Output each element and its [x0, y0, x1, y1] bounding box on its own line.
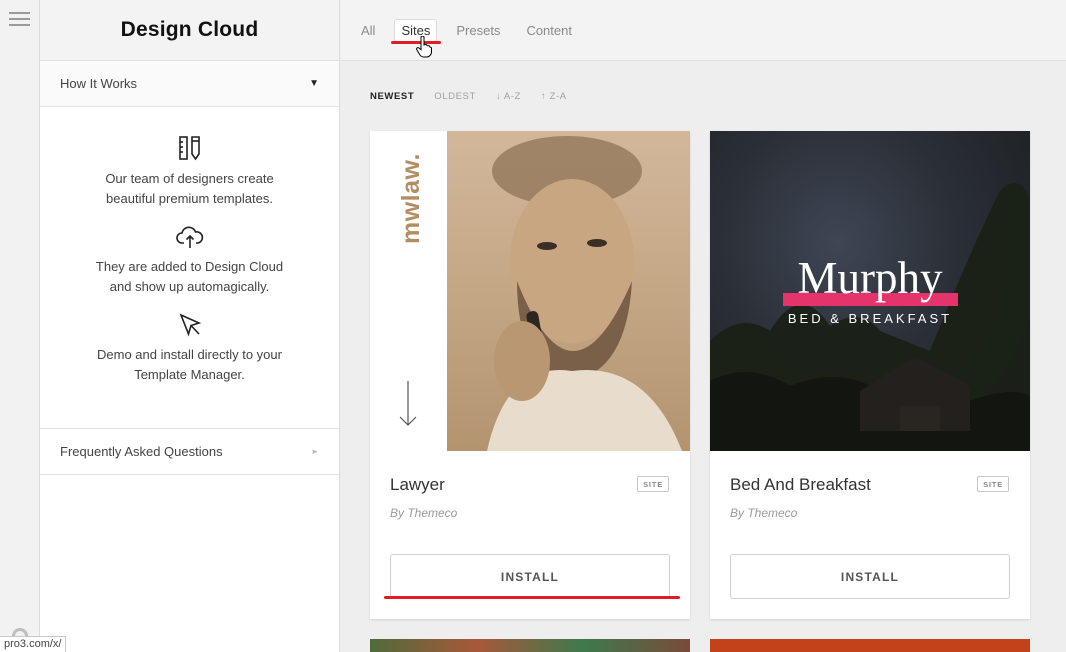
tab-content[interactable]: Content [526, 23, 572, 38]
sidebar: Design Cloud How It Works ▼ Our team of … [40, 0, 340, 652]
thumb-photo [447, 131, 690, 451]
site-badge: SITE [637, 476, 669, 492]
step-text: They are added to Design Cloud and show … [95, 259, 284, 294]
thumb-brand: mwlaw. [397, 153, 425, 244]
template-thumbnail[interactable]: Murphy BED & BREAKFAST [710, 131, 1030, 451]
template-card: mwlaw. Lawyer By Themeco SITE INSTALL [370, 131, 690, 619]
tab-all[interactable]: All [361, 23, 375, 38]
install-button[interactable]: INSTALL [390, 554, 670, 599]
sort-a-z[interactable]: ↓ A-Z [496, 91, 521, 102]
sidebar-header: Design Cloud [40, 0, 339, 61]
card-body: Lawyer By Themeco SITE [370, 451, 690, 520]
template-author: By Themeco [730, 506, 798, 520]
cursor-arrow-icon [179, 313, 201, 337]
thumb-title: Murphy [797, 253, 943, 303]
install-button[interactable]: INSTALL [730, 554, 1010, 599]
accordion-label: How It Works [60, 76, 138, 91]
sort-newest[interactable]: NEWEST [370, 91, 414, 102]
status-url: pro3.com/x/ [0, 636, 67, 652]
tab-bar: All Sites Presets Content [341, 0, 1066, 61]
template-card: Murphy BED & BREAKFAST Bed And Breakfast… [710, 131, 1030, 619]
template-author: By Themeco [390, 506, 458, 520]
main-content: All Sites Presets Content NEWEST OLDEST … [341, 0, 1066, 652]
annotation-underline [384, 596, 680, 599]
site-badge: SITE [977, 476, 1009, 492]
sidebar-title: Design Cloud [120, 18, 259, 41]
thumb-subtitle: BED & BREAKFAST [787, 311, 953, 326]
step-design: Our team of designers create beautiful p… [90, 135, 290, 209]
left-rail [0, 0, 40, 652]
portrait-illustration [487, 136, 682, 451]
template-card-peek[interactable] [710, 639, 1030, 652]
template-name: Bed And Breakfast [730, 475, 871, 494]
sort-options: NEWEST OLDEST ↓ A-Z ↑ Z-A [370, 91, 587, 102]
template-name: Lawyer [390, 475, 445, 494]
sort-oldest[interactable]: OLDEST [434, 91, 476, 102]
accordion-faq[interactable]: Frequently Asked Questions ► [40, 429, 339, 475]
hand-pointer-icon [416, 36, 432, 58]
caret-right-icon: ► [311, 447, 319, 456]
caret-down-icon: ▼ [309, 78, 319, 89]
template-card-peek[interactable] [370, 639, 690, 652]
ruler-pencil-icon [178, 136, 200, 161]
cloud-upload-icon [175, 226, 203, 248]
sort-z-a[interactable]: ↑ Z-A [541, 91, 567, 102]
step-text: Demo and install directly to your Templa… [97, 347, 282, 382]
step-cloud: They are added to Design Cloud and show … [90, 225, 290, 297]
step-text: Our team of designers create beautiful p… [105, 171, 274, 206]
hamburger-menu-icon[interactable] [9, 12, 30, 26]
arrow-down-icon [399, 381, 417, 426]
accordion-label: Frequently Asked Questions [60, 444, 223, 459]
how-it-works-content: Our team of designers create beautiful p… [40, 107, 339, 429]
accordion-how-it-works[interactable]: How It Works ▼ [40, 61, 339, 107]
template-thumbnail[interactable]: mwlaw. [370, 131, 690, 451]
card-body: Bed And Breakfast By Themeco SITE [710, 451, 1030, 520]
step-install: Demo and install directly to your Templa… [90, 313, 290, 385]
tab-presets[interactable]: Presets [456, 23, 500, 38]
